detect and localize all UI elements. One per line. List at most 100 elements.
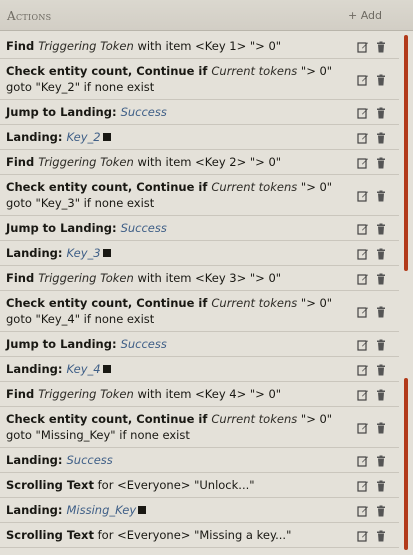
trash-icon[interactable]	[375, 306, 387, 318]
action-keyword: Jump to Landing:	[6, 221, 121, 235]
trash-icon[interactable]	[375, 41, 387, 53]
action-row[interactable]: Find Triggering Token with item <Key 2> …	[0, 150, 399, 175]
trash-icon[interactable]	[375, 190, 387, 202]
action-keyword: Landing:	[6, 362, 67, 376]
action-description: Jump to Landing: Success	[6, 220, 345, 236]
edit-icon[interactable]	[357, 41, 369, 53]
landing-link[interactable]: Key_4	[66, 362, 100, 376]
action-keyword: Landing:	[6, 246, 67, 260]
action-row[interactable]: Landing: Missing_Key	[0, 498, 399, 523]
action-keyword: Jump to Landing:	[6, 337, 121, 351]
action-row[interactable]: Jump to Landing: Success	[0, 216, 399, 241]
edit-icon[interactable]	[357, 190, 369, 202]
action-target: Current tokens	[211, 412, 298, 426]
trash-icon[interactable]	[375, 248, 387, 260]
add-action-button[interactable]: + Add	[348, 9, 382, 22]
edit-icon[interactable]	[357, 273, 369, 285]
action-row[interactable]: Landing: Success	[0, 448, 399, 473]
action-row[interactable]: Check entity count, Continue if Current …	[0, 291, 399, 332]
edit-icon[interactable]	[357, 248, 369, 260]
scrollbar-segment-bottom[interactable]	[404, 378, 408, 550]
action-row[interactable]: Find Triggering Token with item <Key 4> …	[0, 382, 399, 407]
landing-link[interactable]: Success	[121, 337, 167, 351]
action-param: for <Everyone> "Unlock..."	[93, 478, 255, 492]
trash-icon[interactable]	[375, 339, 387, 351]
trash-icon[interactable]	[375, 389, 387, 401]
edit-icon[interactable]	[357, 132, 369, 144]
trash-icon[interactable]	[375, 157, 387, 169]
landing-link[interactable]: Key_2	[66, 130, 100, 144]
action-keyword: Find	[6, 387, 39, 401]
action-param: with item <Key 1> "> 0"	[133, 39, 282, 53]
actions-panel: Actions + Add Find Triggering Token with…	[0, 0, 413, 555]
trash-icon[interactable]	[375, 364, 387, 376]
action-row[interactable]: Landing: Key_4	[0, 357, 399, 382]
landing-marker-icon	[102, 249, 111, 257]
action-description: Landing: Key_4	[6, 361, 345, 377]
edit-icon[interactable]	[357, 157, 369, 169]
landing-link[interactable]: Success	[121, 221, 167, 235]
action-description: Check entity count, Continue if Current …	[6, 411, 345, 443]
action-row[interactable]: Check entity count, Continue if Current …	[0, 175, 399, 216]
action-row[interactable]: Find Triggering Token with item <Key 3> …	[0, 266, 399, 291]
action-keyword: Check entity count, Continue if	[6, 64, 212, 78]
edit-icon[interactable]	[357, 306, 369, 318]
trash-icon[interactable]	[375, 74, 387, 86]
landing-link[interactable]: Success	[121, 105, 167, 119]
action-description: Landing: Key_2	[6, 129, 345, 145]
edit-icon[interactable]	[357, 480, 369, 492]
action-row[interactable]: Scrolling Text for <Everyone> "Missing a…	[0, 523, 399, 548]
action-keyword: Find	[6, 155, 39, 169]
action-target: Triggering Token	[38, 271, 134, 285]
scrollbar-segment-top[interactable]	[404, 35, 408, 271]
action-keyword: Scrolling Text	[6, 478, 94, 492]
action-row[interactable]: Jump to Landing: Success	[0, 100, 399, 125]
edit-icon[interactable]	[357, 223, 369, 235]
trash-icon[interactable]	[375, 132, 387, 144]
edit-icon[interactable]	[357, 530, 369, 542]
edit-icon[interactable]	[357, 455, 369, 467]
trash-icon[interactable]	[375, 480, 387, 492]
trash-icon[interactable]	[375, 107, 387, 119]
action-keyword: Check entity count, Continue if	[6, 180, 212, 194]
action-keyword: Landing:	[6, 453, 67, 467]
edit-icon[interactable]	[357, 107, 369, 119]
landing-link[interactable]: Success	[66, 453, 112, 467]
landing-link[interactable]: Missing_Key	[66, 503, 136, 517]
edit-icon[interactable]	[357, 389, 369, 401]
action-row[interactable]: Scrolling Text for <Everyone> "Unlock...…	[0, 473, 399, 498]
landing-marker-icon	[102, 133, 111, 141]
trash-icon[interactable]	[375, 273, 387, 285]
action-row[interactable]: Find Triggering Token with item <Key 1> …	[0, 34, 399, 59]
action-param: with item <Key 4> "> 0"	[133, 387, 282, 401]
action-row[interactable]: Check entity count, Continue if Current …	[0, 59, 399, 100]
trash-icon[interactable]	[375, 505, 387, 517]
action-keyword: Find	[6, 271, 39, 285]
action-row[interactable]: Check entity count, Continue if Current …	[0, 407, 399, 448]
panel-title: Actions	[7, 9, 52, 23]
action-keyword: Check entity count, Continue if	[6, 296, 212, 310]
edit-icon[interactable]	[357, 74, 369, 86]
action-row[interactable]: Jump to Landing: Success	[0, 332, 399, 357]
action-target: Current tokens	[211, 180, 298, 194]
trash-icon[interactable]	[375, 530, 387, 542]
action-row[interactable]: Landing: Key_2	[0, 125, 399, 150]
edit-icon[interactable]	[357, 364, 369, 376]
action-description: Find Triggering Token with item <Key 4> …	[6, 386, 345, 402]
trash-icon[interactable]	[375, 422, 387, 434]
edit-icon[interactable]	[357, 339, 369, 351]
landing-link[interactable]: Key_3	[66, 246, 100, 260]
action-description: Jump to Landing: Success	[6, 104, 345, 120]
trash-icon[interactable]	[375, 223, 387, 235]
action-description: Find Triggering Token with item <Key 2> …	[6, 154, 345, 170]
action-keyword: Landing:	[6, 130, 67, 144]
landing-marker-icon	[138, 506, 147, 514]
action-row[interactable]: Landing: Key_3	[0, 241, 399, 266]
action-target: Current tokens	[211, 64, 298, 78]
action-target: Triggering Token	[38, 387, 134, 401]
action-target: Current tokens	[211, 296, 298, 310]
edit-icon[interactable]	[357, 422, 369, 434]
action-description: Landing: Missing_Key	[6, 502, 345, 518]
trash-icon[interactable]	[375, 455, 387, 467]
edit-icon[interactable]	[357, 505, 369, 517]
